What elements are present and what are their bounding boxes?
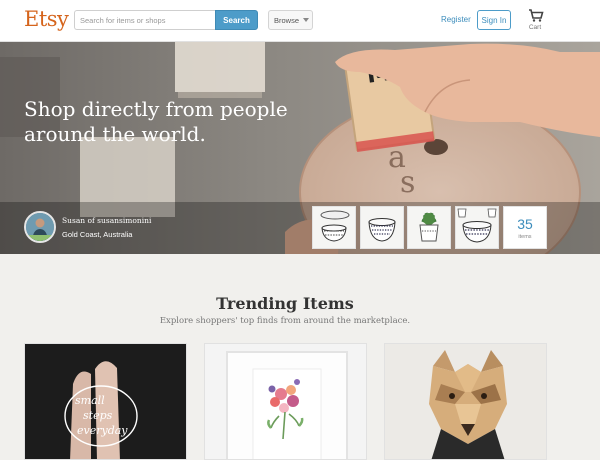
- shop-item-thumbnail[interactable]: [407, 206, 451, 249]
- handwriting-line-1: small: [75, 394, 105, 407]
- sign-in-button[interactable]: Sign In: [477, 10, 511, 30]
- shop-avatar[interactable]: [24, 211, 56, 243]
- shop-name[interactable]: Susan of susansimonini: [62, 216, 151, 225]
- shop-location: Gold Coast, Australia: [62, 230, 133, 239]
- etsy-logo[interactable]: Etsy: [24, 7, 69, 31]
- shop-item-thumbnail[interactable]: [455, 206, 499, 249]
- shop-item-thumbnail[interactable]: [312, 206, 356, 249]
- top-header: Etsy Search Browse Register Sign In Cart: [0, 0, 600, 42]
- trending-item-card[interactable]: [384, 343, 547, 460]
- trending-title: Trending Items: [216, 294, 354, 313]
- shop-items-count[interactable]: 35 items: [503, 206, 547, 249]
- handwriting-line-2: steps: [83, 409, 113, 422]
- search-input[interactable]: [74, 10, 216, 30]
- search-button[interactable]: Search: [215, 10, 258, 30]
- trending-item-image: [205, 344, 366, 459]
- cart-button[interactable]: Cart: [524, 8, 546, 34]
- svg-text:s: s: [400, 165, 415, 200]
- hero-headline: Shop directly from people around the wor…: [24, 97, 288, 146]
- browse-dropdown[interactable]: Browse: [268, 10, 313, 30]
- handwriting-line-3: everyday: [77, 424, 128, 437]
- shop-item-thumbnail[interactable]: [360, 206, 404, 249]
- register-link[interactable]: Register: [441, 15, 471, 24]
- trending-item-image: small steps everyday: [25, 344, 186, 459]
- items-count-label: items: [518, 234, 532, 240]
- trending-item-card[interactable]: small steps everyday: [24, 343, 187, 460]
- trending-section: Trending Items Explore shoppers' top fin…: [0, 254, 600, 460]
- hero-banner[interactable]: a s M Shop directly from people around t…: [0, 42, 600, 254]
- cart-label: Cart: [528, 24, 542, 31]
- trending-item-card[interactable]: [204, 343, 367, 460]
- trending-subtitle: Explore shoppers' top finds from around …: [159, 316, 411, 326]
- person-avatar-icon: [26, 213, 54, 241]
- items-count-number: 35: [517, 216, 533, 232]
- trending-item-image: [385, 344, 546, 459]
- chevron-down-icon: [303, 18, 310, 22]
- cart-icon: [529, 9, 544, 22]
- browse-label: Browse: [274, 15, 300, 25]
